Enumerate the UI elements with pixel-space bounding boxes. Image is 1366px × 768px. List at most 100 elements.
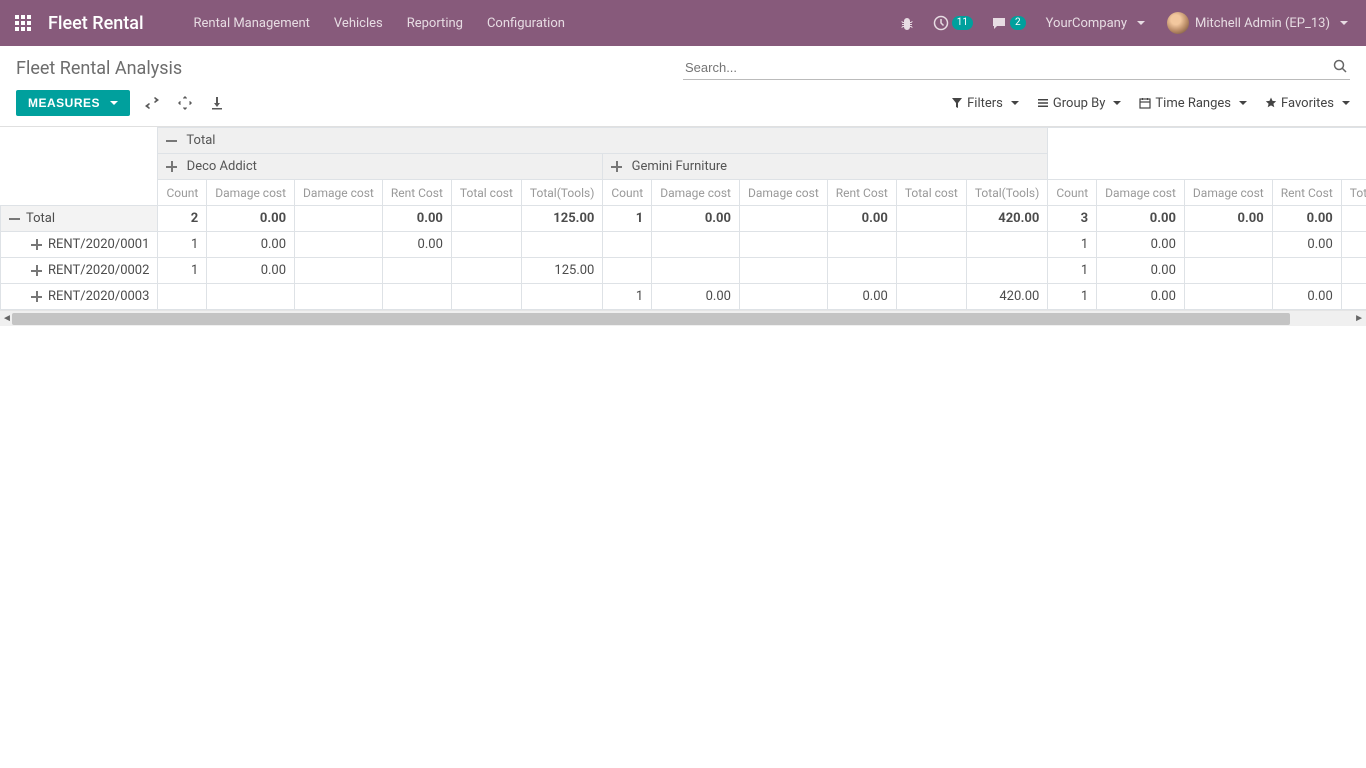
download-icon[interactable]	[210, 96, 224, 110]
expand-icon	[31, 265, 42, 276]
cell: 3	[1048, 206, 1097, 232]
measure-header[interactable]: Count	[1048, 180, 1097, 206]
measures-button[interactable]: MEASURES	[16, 90, 130, 116]
cell: 0.00	[1097, 258, 1185, 284]
messaging-icon[interactable]: 2	[987, 11, 1030, 35]
debug-icon[interactable]	[895, 11, 919, 35]
cp-bottom: MEASURES Filters Group By	[0, 84, 1366, 126]
scroll-right-icon[interactable]: ►	[1354, 313, 1364, 324]
measure-header[interactable]: Damage cost	[1184, 180, 1272, 206]
star-icon	[1265, 97, 1277, 109]
measure-header[interactable]: Total(Tools)	[521, 180, 602, 206]
company-switcher[interactable]: YourCompany	[1040, 12, 1151, 35]
cell	[382, 258, 451, 284]
messages-badge: 2	[1010, 16, 1026, 30]
cell	[1341, 284, 1366, 310]
cell	[827, 232, 896, 258]
cell	[827, 258, 896, 284]
measure-header[interactable]: Damage cost	[207, 180, 295, 206]
caret-down-icon	[1342, 101, 1350, 105]
caret-down-icon	[1137, 21, 1145, 25]
measure-header[interactable]: Total cost	[896, 180, 966, 206]
measure-header[interactable]: Count	[603, 180, 652, 206]
cell	[896, 284, 966, 310]
cell: 0.00	[827, 206, 896, 232]
row-header[interactable]: RENT/2020/0001	[1, 232, 158, 258]
nav-menu-configuration[interactable]: Configuration	[477, 10, 575, 37]
measure-header[interactable]: Total cost	[451, 180, 521, 206]
pivot-corner	[1, 128, 158, 206]
measure-header[interactable]: Total cost	[1341, 180, 1366, 206]
cell	[652, 258, 740, 284]
collapse-icon	[166, 135, 177, 146]
measure-header[interactable]: Damage cost	[739, 180, 827, 206]
measure-header[interactable]: Total(Tools)	[966, 180, 1047, 206]
col-group-deco-label: Deco Addict	[187, 159, 257, 174]
cell: 1	[603, 206, 652, 232]
row-header[interactable]: RENT/2020/0002	[1, 258, 158, 284]
table-row: Total20.000.00125.0010.000.00420.0030.00…	[1, 206, 1366, 232]
nav-menu-rental-management[interactable]: Rental Management	[184, 10, 320, 37]
cell	[207, 284, 295, 310]
cell	[1341, 232, 1366, 258]
col-group-gemini[interactable]: Gemini Furniture	[603, 154, 1048, 180]
scroll-left-icon[interactable]: ◄	[2, 313, 12, 324]
measure-header[interactable]: Count	[158, 180, 207, 206]
activity-icon[interactable]: 11	[929, 11, 977, 35]
measure-header[interactable]: Damage cost	[652, 180, 740, 206]
table-row: RENT/2020/000210.00125.0010.00	[1, 258, 1366, 284]
nav-menu-reporting[interactable]: Reporting	[397, 10, 473, 37]
caret-down-icon	[110, 101, 118, 105]
scrollbar-thumb[interactable]	[12, 313, 1290, 325]
cell	[739, 232, 827, 258]
search-input[interactable]	[683, 56, 1350, 79]
cell	[603, 232, 652, 258]
cell: 0.00	[1272, 206, 1341, 232]
flip-axis-icon[interactable]	[144, 96, 160, 110]
cell	[295, 284, 383, 310]
cell: 0.00	[1272, 284, 1341, 310]
search-icon[interactable]	[1332, 58, 1348, 74]
page-title: Fleet Rental Analysis	[16, 58, 182, 79]
favorites-menu[interactable]: Favorites	[1265, 96, 1350, 111]
cell	[521, 232, 602, 258]
apps-icon[interactable]	[12, 12, 34, 34]
row-header[interactable]: Total	[1, 206, 158, 232]
cell: 0.00	[652, 206, 740, 232]
cell: 0.00	[382, 206, 451, 232]
cell: 0.00	[1097, 232, 1185, 258]
horizontal-scrollbar[interactable]: ◄ ►	[0, 310, 1366, 326]
cell: 125.00	[521, 206, 602, 232]
cp-top: Fleet Rental Analysis	[0, 46, 1366, 84]
cell	[451, 284, 521, 310]
nav-right: 11 2 YourCompany Mitchell Admin (EP_13)	[895, 8, 1354, 38]
groupby-menu[interactable]: Group By	[1037, 96, 1122, 111]
cell	[966, 258, 1047, 284]
measure-header[interactable]: Damage cost	[1097, 180, 1185, 206]
nav-menu-vehicles[interactable]: Vehicles	[324, 10, 393, 37]
cell	[896, 232, 966, 258]
measure-header[interactable]: Rent Cost	[382, 180, 451, 206]
measure-header[interactable]: Rent Cost	[1272, 180, 1341, 206]
measure-header[interactable]: Rent Cost	[827, 180, 896, 206]
brand-title[interactable]: Fleet Rental	[48, 13, 144, 34]
expand-icon	[166, 161, 177, 172]
col-group-deco[interactable]: Deco Addict	[158, 154, 603, 180]
filters-menu[interactable]: Filters	[951, 96, 1019, 111]
cell	[1184, 232, 1272, 258]
expand-icon	[611, 161, 622, 172]
row-label: Total	[26, 211, 55, 226]
timeranges-menu[interactable]: Time Ranges	[1139, 96, 1247, 111]
col-header-total[interactable]: Total	[158, 128, 1048, 154]
measure-header[interactable]: Damage cost	[295, 180, 383, 206]
expand-all-icon[interactable]	[178, 96, 192, 110]
calendar-icon	[1139, 97, 1151, 109]
row-header[interactable]: RENT/2020/0003	[1, 284, 158, 310]
cell	[521, 284, 602, 310]
cell: 1	[1048, 232, 1097, 258]
cell	[1272, 258, 1341, 284]
cell	[603, 258, 652, 284]
company-name: YourCompany	[1046, 16, 1127, 31]
cell: 2	[158, 206, 207, 232]
user-menu[interactable]: Mitchell Admin (EP_13)	[1161, 8, 1354, 38]
